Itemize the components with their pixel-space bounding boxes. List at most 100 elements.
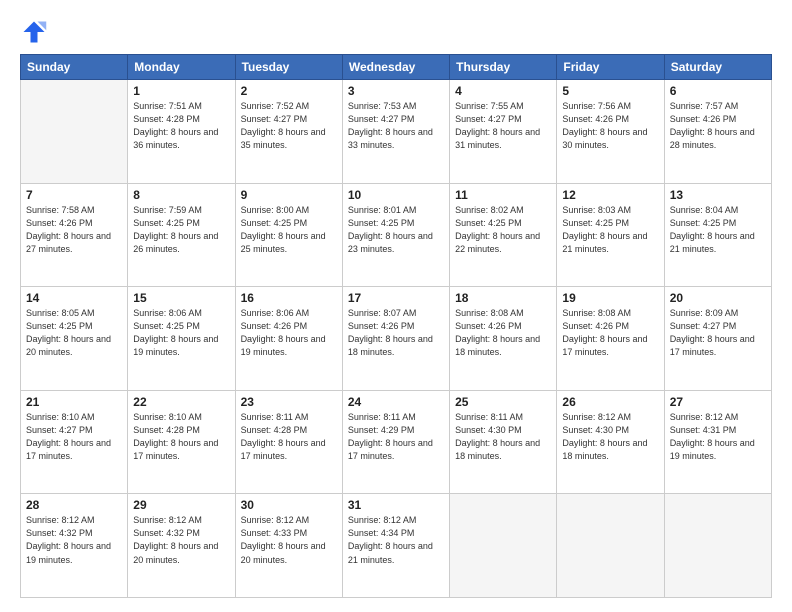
day-number: 16 <box>241 291 337 305</box>
day-number: 21 <box>26 395 122 409</box>
calendar-cell: 26 Sunrise: 8:12 AMSunset: 4:30 PMDayligh… <box>557 390 664 494</box>
day-info: Sunrise: 8:10 AMSunset: 4:27 PMDaylight:… <box>26 411 122 463</box>
calendar-cell: 19 Sunrise: 8:08 AMSunset: 4:26 PMDayligh… <box>557 287 664 391</box>
calendar-week-5: 28Sunrise: 8:12 AMSunset: 4:32 PMDayligh… <box>21 494 772 598</box>
day-info: Sunrise: 7:57 AMSunset: 4:26 PMDaylight:… <box>670 100 766 152</box>
day-number: 25 <box>455 395 551 409</box>
calendar-week-1: 1 Sunrise: 7:51 AMSunset: 4:28 PMDaylight… <box>21 80 772 184</box>
calendar-cell: 17Sunrise: 8:07 AMSunset: 4:26 PMDayligh… <box>342 287 449 391</box>
day-number: 1 <box>133 84 229 98</box>
calendar-cell: 6 Sunrise: 7:57 AMSunset: 4:26 PMDaylight… <box>664 80 771 184</box>
calendar-cell: 12Sunrise: 8:03 AMSunset: 4:25 PMDayligh… <box>557 183 664 287</box>
calendar-cell: 3 Sunrise: 7:53 AMSunset: 4:27 PMDaylight… <box>342 80 449 184</box>
day-number: 13 <box>670 188 766 202</box>
day-info: Sunrise: 8:04 AMSunset: 4:25 PMDaylight:… <box>670 204 766 256</box>
calendar-cell: 4 Sunrise: 7:55 AMSunset: 4:27 PMDaylight… <box>450 80 557 184</box>
day-info: Sunrise: 8:07 AMSunset: 4:26 PMDaylight:… <box>348 307 444 359</box>
day-info: Sunrise: 8:12 AMSunset: 4:30 PMDaylight:… <box>562 411 658 463</box>
calendar-cell: 24 Sunrise: 8:11 AMSunset: 4:29 PMDayligh… <box>342 390 449 494</box>
day-info: Sunrise: 7:52 AMSunset: 4:27 PMDaylight:… <box>241 100 337 152</box>
day-number: 19 <box>562 291 658 305</box>
day-info: Sunrise: 8:12 AMSunset: 4:32 PMDaylight:… <box>26 514 122 566</box>
calendar-cell: 18 Sunrise: 8:08 AMSunset: 4:26 PMDayligh… <box>450 287 557 391</box>
day-info: Sunrise: 8:02 AMSunset: 4:25 PMDaylight:… <box>455 204 551 256</box>
calendar-cell <box>557 494 664 598</box>
logo-icon <box>20 18 48 46</box>
page: SundayMondayTuesdayWednesdayThursdayFrid… <box>0 0 792 612</box>
day-info: Sunrise: 8:00 AMSunset: 4:25 PMDaylight:… <box>241 204 337 256</box>
day-info: Sunrise: 8:01 AMSunset: 4:25 PMDaylight:… <box>348 204 444 256</box>
calendar-cell: 7 Sunrise: 7:58 AMSunset: 4:26 PMDaylight… <box>21 183 128 287</box>
day-info: Sunrise: 8:09 AMSunset: 4:27 PMDaylight:… <box>670 307 766 359</box>
day-info: Sunrise: 8:08 AMSunset: 4:26 PMDaylight:… <box>455 307 551 359</box>
day-info: Sunrise: 8:11 AMSunset: 4:29 PMDaylight:… <box>348 411 444 463</box>
day-info: Sunrise: 8:12 AMSunset: 4:31 PMDaylight:… <box>670 411 766 463</box>
day-info: Sunrise: 8:06 AMSunset: 4:25 PMDaylight:… <box>133 307 229 359</box>
day-info: Sunrise: 8:08 AMSunset: 4:26 PMDaylight:… <box>562 307 658 359</box>
calendar-cell: 15 Sunrise: 8:06 AMSunset: 4:25 PMDayligh… <box>128 287 235 391</box>
day-number: 3 <box>348 84 444 98</box>
day-number: 10 <box>348 188 444 202</box>
calendar-cell: 22 Sunrise: 8:10 AMSunset: 4:28 PMDayligh… <box>128 390 235 494</box>
day-number: 30 <box>241 498 337 512</box>
day-number: 31 <box>348 498 444 512</box>
calendar-cell: 10 Sunrise: 8:01 AMSunset: 4:25 PMDayligh… <box>342 183 449 287</box>
day-number: 2 <box>241 84 337 98</box>
day-number: 4 <box>455 84 551 98</box>
day-info: Sunrise: 8:12 AMSunset: 4:32 PMDaylight:… <box>133 514 229 566</box>
day-number: 5 <box>562 84 658 98</box>
day-info: Sunrise: 8:12 AMSunset: 4:33 PMDaylight:… <box>241 514 337 566</box>
weekday-header-monday: Monday <box>128 55 235 80</box>
day-number: 20 <box>670 291 766 305</box>
weekday-header-tuesday: Tuesday <box>235 55 342 80</box>
weekday-header-friday: Friday <box>557 55 664 80</box>
day-info: Sunrise: 8:03 AMSunset: 4:25 PMDaylight:… <box>562 204 658 256</box>
day-number: 14 <box>26 291 122 305</box>
day-number: 11 <box>455 188 551 202</box>
calendar-cell: 2 Sunrise: 7:52 AMSunset: 4:27 PMDaylight… <box>235 80 342 184</box>
calendar-week-3: 14 Sunrise: 8:05 AMSunset: 4:25 PMDayligh… <box>21 287 772 391</box>
calendar-week-2: 7 Sunrise: 7:58 AMSunset: 4:26 PMDaylight… <box>21 183 772 287</box>
calendar-cell: 14 Sunrise: 8:05 AMSunset: 4:25 PMDayligh… <box>21 287 128 391</box>
calendar-cell: 5Sunrise: 7:56 AMSunset: 4:26 PMDaylight… <box>557 80 664 184</box>
day-number: 6 <box>670 84 766 98</box>
day-number: 29 <box>133 498 229 512</box>
day-info: Sunrise: 7:55 AMSunset: 4:27 PMDaylight:… <box>455 100 551 152</box>
calendar-cell: 25 Sunrise: 8:11 AMSunset: 4:30 PMDayligh… <box>450 390 557 494</box>
header <box>20 18 772 46</box>
day-number: 26 <box>562 395 658 409</box>
calendar-cell: 20 Sunrise: 8:09 AMSunset: 4:27 PMDayligh… <box>664 287 771 391</box>
day-number: 9 <box>241 188 337 202</box>
day-number: 23 <box>241 395 337 409</box>
calendar-cell: 31Sunrise: 8:12 AMSunset: 4:34 PMDayligh… <box>342 494 449 598</box>
day-number: 24 <box>348 395 444 409</box>
day-number: 15 <box>133 291 229 305</box>
calendar-cell: 11 Sunrise: 8:02 AMSunset: 4:25 PMDayligh… <box>450 183 557 287</box>
day-number: 27 <box>670 395 766 409</box>
day-info: Sunrise: 7:58 AMSunset: 4:26 PMDaylight:… <box>26 204 122 256</box>
day-number: 18 <box>455 291 551 305</box>
calendar-cell: 8 Sunrise: 7:59 AMSunset: 4:25 PMDaylight… <box>128 183 235 287</box>
weekday-header-sunday: Sunday <box>21 55 128 80</box>
day-info: Sunrise: 7:53 AMSunset: 4:27 PMDaylight:… <box>348 100 444 152</box>
calendar-cell: 1 Sunrise: 7:51 AMSunset: 4:28 PMDaylight… <box>128 80 235 184</box>
calendar-cell: 30 Sunrise: 8:12 AMSunset: 4:33 PMDayligh… <box>235 494 342 598</box>
calendar-cell: 28Sunrise: 8:12 AMSunset: 4:32 PMDayligh… <box>21 494 128 598</box>
day-info: Sunrise: 7:51 AMSunset: 4:28 PMDaylight:… <box>133 100 229 152</box>
calendar-cell: 16 Sunrise: 8:06 AMSunset: 4:26 PMDayligh… <box>235 287 342 391</box>
day-info: Sunrise: 8:06 AMSunset: 4:26 PMDaylight:… <box>241 307 337 359</box>
day-number: 8 <box>133 188 229 202</box>
day-info: Sunrise: 8:10 AMSunset: 4:28 PMDaylight:… <box>133 411 229 463</box>
calendar-cell <box>450 494 557 598</box>
day-number: 22 <box>133 395 229 409</box>
calendar-cell <box>664 494 771 598</box>
weekday-header-thursday: Thursday <box>450 55 557 80</box>
day-info: Sunrise: 8:11 AMSunset: 4:30 PMDaylight:… <box>455 411 551 463</box>
day-info: Sunrise: 7:59 AMSunset: 4:25 PMDaylight:… <box>133 204 229 256</box>
calendar-cell: 13 Sunrise: 8:04 AMSunset: 4:25 PMDayligh… <box>664 183 771 287</box>
day-number: 7 <box>26 188 122 202</box>
calendar-table: SundayMondayTuesdayWednesdayThursdayFrid… <box>20 54 772 598</box>
day-info: Sunrise: 8:05 AMSunset: 4:25 PMDaylight:… <box>26 307 122 359</box>
calendar-cell: 27 Sunrise: 8:12 AMSunset: 4:31 PMDayligh… <box>664 390 771 494</box>
calendar-cell: 29 Sunrise: 8:12 AMSunset: 4:32 PMDayligh… <box>128 494 235 598</box>
